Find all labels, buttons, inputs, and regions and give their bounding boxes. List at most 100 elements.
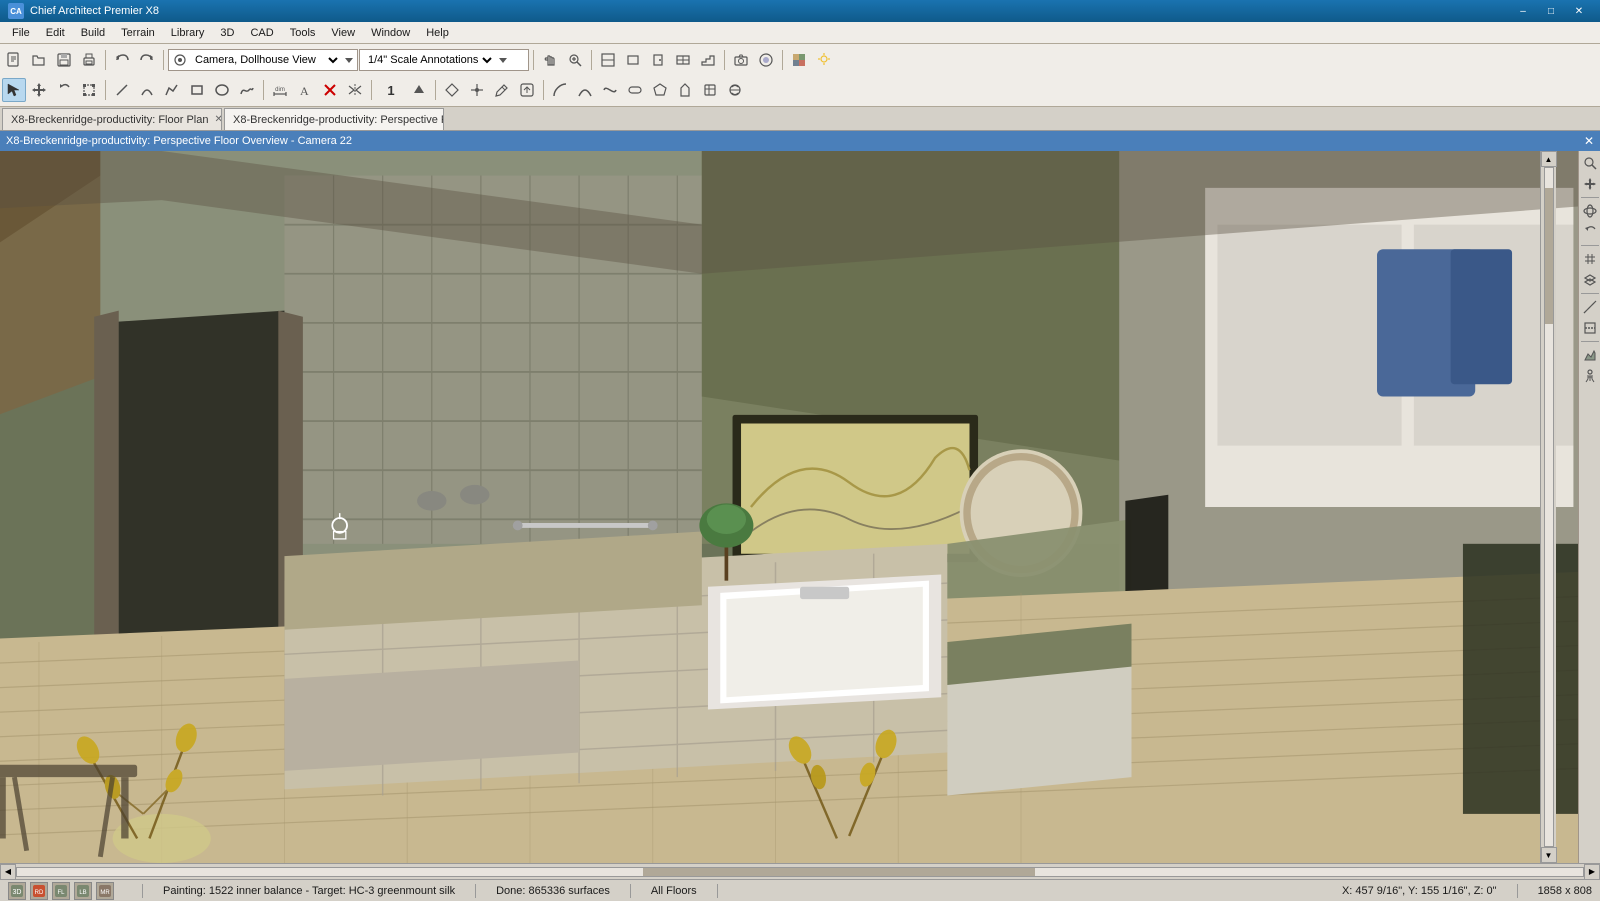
tab-perspective[interactable]: X8-Breckenridge-productivity: Perspectiv… [224, 108, 444, 130]
maximize-button[interactable]: □ [1538, 2, 1564, 20]
rp-btn-orbit[interactable] [1580, 201, 1600, 221]
tb-snap2[interactable] [465, 78, 489, 102]
tb-undo[interactable] [110, 48, 134, 72]
status-icon-2[interactable]: RD [30, 882, 48, 900]
svg-text:RD: RD [35, 890, 44, 896]
svg-text:FL: FL [57, 890, 65, 896]
rp-btn-spin[interactable] [1580, 222, 1600, 242]
rp-btn-grid[interactable] [1580, 249, 1600, 269]
rp-btn-zoom[interactable] [1580, 153, 1600, 173]
menu-build[interactable]: Build [73, 22, 113, 44]
tb-row2-sep2 [263, 80, 264, 100]
tb-open[interactable] [27, 48, 51, 72]
menu-library[interactable]: Library [163, 22, 213, 44]
tb-up-arrow[interactable] [407, 78, 431, 102]
tb-line[interactable] [110, 78, 134, 102]
h-scroll-left[interactable]: ◀ [0, 864, 16, 880]
vertical-scrollbar[interactable]: ▲ ▼ [1540, 151, 1556, 863]
tb-select[interactable] [2, 78, 26, 102]
tb-polyline[interactable] [160, 78, 184, 102]
v-scroll-down[interactable]: ▼ [1541, 847, 1557, 863]
tb-move[interactable] [27, 78, 51, 102]
tb-hand[interactable] [538, 48, 562, 72]
tb-window[interactable] [671, 48, 695, 72]
tb-dimension[interactable]: dim [268, 78, 292, 102]
scale-select[interactable]: 1/4" Scale Annotations 1/8" Scale Annota… [364, 53, 495, 67]
tb-edit[interactable] [490, 78, 514, 102]
tb-arc[interactable] [135, 78, 159, 102]
tb-material[interactable] [787, 48, 811, 72]
tb-stairs[interactable] [696, 48, 720, 72]
tb-print[interactable] [77, 48, 101, 72]
tb-save[interactable] [52, 48, 76, 72]
h-scroll-track [16, 867, 1584, 877]
tb-shape1[interactable] [623, 78, 647, 102]
tb-floor[interactable] [596, 48, 620, 72]
v-scroll-up[interactable]: ▲ [1541, 151, 1557, 167]
tb-redo[interactable] [135, 48, 159, 72]
tab-perspective-label: X8-Breckenridge-productivity: Perspectiv… [233, 114, 444, 126]
tab-floor-plan-label: X8-Breckenridge-productivity: Floor Plan [11, 114, 208, 126]
rp-btn-section[interactable] [1580, 318, 1600, 338]
tb-zoom-in[interactable] [563, 48, 587, 72]
tb-rect-draw[interactable] [185, 78, 209, 102]
rp-btn-layer[interactable] [1580, 270, 1600, 290]
tb-curve2[interactable] [573, 78, 597, 102]
rp-btn-measure[interactable] [1580, 297, 1600, 317]
tb-curve3[interactable] [598, 78, 622, 102]
status-icon-1[interactable]: 3D [8, 882, 26, 900]
rp-btn-walkthrough[interactable] [1580, 366, 1600, 386]
tb-extra2[interactable] [723, 78, 747, 102]
rp-sep3 [1581, 293, 1599, 294]
tb-rotate[interactable] [52, 78, 76, 102]
menu-window[interactable]: Window [363, 22, 418, 44]
status-icon-3[interactable]: FL [52, 882, 70, 900]
menu-terrain[interactable]: Terrain [113, 22, 163, 44]
tb-circle[interactable] [210, 78, 234, 102]
3d-viewport[interactable]: ▲ ▼ [0, 151, 1578, 863]
menu-3d[interactable]: 3D [212, 22, 242, 44]
menu-help[interactable]: Help [418, 22, 457, 44]
scene-svg [0, 151, 1578, 863]
right-tool-panel [1578, 151, 1600, 863]
tb-snap1[interactable] [440, 78, 464, 102]
tb-shape2[interactable] [648, 78, 672, 102]
tb-delete[interactable] [318, 78, 342, 102]
rp-btn-pan[interactable] [1580, 174, 1600, 194]
tb-new[interactable] [2, 48, 26, 72]
svg-text:CA: CA [10, 7, 22, 16]
tb-shape3[interactable] [673, 78, 697, 102]
menu-view[interactable]: View [323, 22, 363, 44]
tb-camera[interactable] [729, 48, 753, 72]
tb-text[interactable]: A [293, 78, 317, 102]
camera-dropdown[interactable]: Camera, Dollhouse View Camera, Full Over… [168, 49, 358, 71]
tb-curve1[interactable] [548, 78, 572, 102]
v-scroll-thumb[interactable] [1545, 188, 1553, 324]
tb-wall[interactable] [621, 48, 645, 72]
tab-floor-plan[interactable]: X8-Breckenridge-productivity: Floor Plan… [2, 108, 222, 130]
horizontal-scrollbar[interactable]: ◀ ▶ [0, 863, 1600, 879]
tb-render[interactable] [754, 48, 778, 72]
tb-door[interactable] [646, 48, 670, 72]
tb-transform[interactable] [515, 78, 539, 102]
menu-cad[interactable]: CAD [242, 22, 281, 44]
status-icon-5[interactable]: MR [96, 882, 114, 900]
rp-btn-elevation[interactable] [1580, 345, 1600, 365]
view-close-button[interactable]: ✕ [1584, 134, 1594, 148]
tb-resize[interactable] [77, 78, 101, 102]
tb-extra1[interactable] [698, 78, 722, 102]
tb-spline[interactable] [235, 78, 259, 102]
minimize-button[interactable]: – [1510, 2, 1536, 20]
h-scroll-right[interactable]: ▶ [1584, 864, 1600, 880]
status-icon-4[interactable]: LB [74, 882, 92, 900]
camera-select[interactable]: Camera, Dollhouse View Camera, Full Over… [191, 53, 341, 67]
menu-edit[interactable]: Edit [38, 22, 73, 44]
tab-floor-plan-close[interactable]: ✕ [214, 114, 222, 125]
scale-dropdown[interactable]: 1/4" Scale Annotations 1/8" Scale Annota… [359, 49, 529, 71]
tb-light[interactable] [812, 48, 836, 72]
tb-mirror[interactable] [343, 78, 367, 102]
h-scroll-thumb[interactable] [643, 868, 1035, 876]
close-button[interactable]: ✕ [1566, 2, 1592, 20]
menu-file[interactable]: File [4, 22, 38, 44]
menu-tools[interactable]: Tools [282, 22, 324, 44]
